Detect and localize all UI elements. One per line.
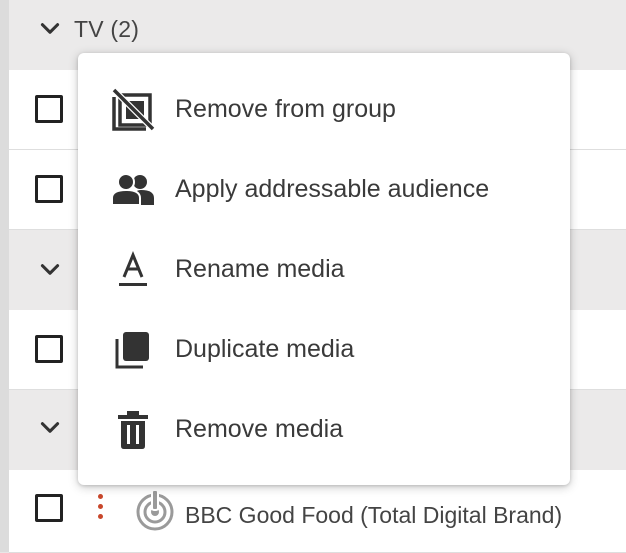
trash-icon <box>110 407 156 453</box>
chevron-down-icon[interactable] <box>37 16 63 42</box>
menu-item-duplicate-media[interactable]: Duplicate media <box>78 309 570 389</box>
menu-item-label: Apply addressable audience <box>175 175 490 203</box>
row-checkbox[interactable] <box>35 95 63 123</box>
row-checkbox[interactable] <box>35 335 63 363</box>
row-checkbox[interactable] <box>35 175 63 203</box>
left-edge-strip <box>0 0 9 552</box>
menu-item-label: Rename media <box>175 255 345 283</box>
rename-icon <box>110 247 156 293</box>
digital-brand-icon <box>133 488 177 532</box>
menu-item-remove-from-group[interactable]: Remove from group <box>78 69 570 149</box>
audience-icon <box>110 167 156 213</box>
menu-item-label: Remove media <box>175 415 344 443</box>
menu-item-apply-audience[interactable]: Apply addressable audience <box>78 149 570 229</box>
kebab-menu-icon[interactable] <box>97 494 105 528</box>
menu-item-label: Remove from group <box>175 95 396 123</box>
chevron-down-icon[interactable] <box>37 257 63 283</box>
duplicate-icon <box>110 327 156 373</box>
menu-item-label: Duplicate media <box>175 335 355 363</box>
group-title: TV (2) <box>74 16 140 42</box>
remove-from-group-icon <box>110 87 156 133</box>
menu-item-remove-media[interactable]: Remove media <box>78 389 570 469</box>
row-checkbox[interactable] <box>35 494 63 522</box>
chevron-down-icon[interactable] <box>37 415 63 441</box>
media-name: BBC Good Food (Total Digital Brand) <box>185 502 563 528</box>
menu-item-rename-media[interactable]: Rename media <box>78 229 570 309</box>
context-menu: Remove from group Apply addressable audi… <box>78 53 570 485</box>
